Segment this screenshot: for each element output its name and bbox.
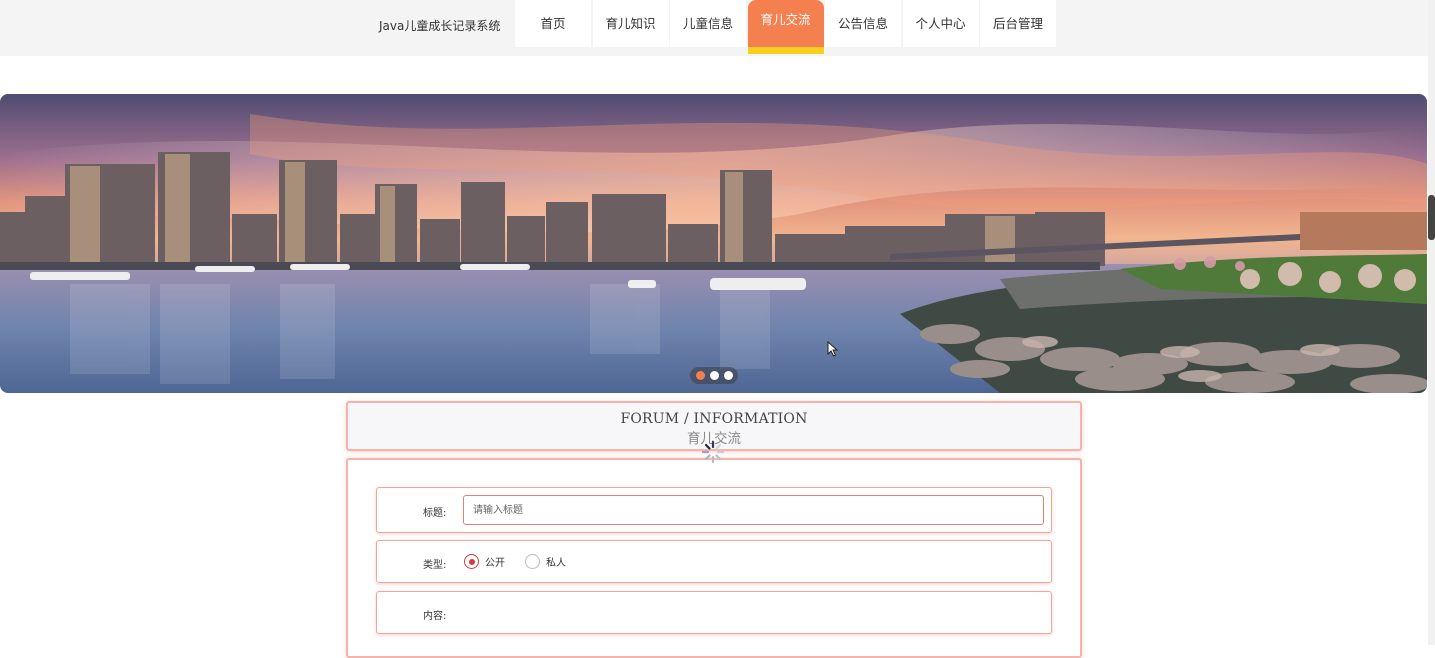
top-navbar: Java儿童成长记录系统 首页 育儿知识 儿童信息 育儿交流 公告信息 个人中心… [0, 0, 1428, 56]
radio-public-label: 公开 [485, 558, 505, 569]
radio-option-private[interactable]: 私人 [525, 554, 566, 569]
nav-item-admin[interactable]: 后台管理 [980, 0, 1056, 47]
nav-item-personal-center[interactable]: 个人中心 [902, 0, 979, 47]
nav-item-announcements[interactable]: 公告信息 [825, 0, 901, 47]
content-label: 内容: [423, 611, 447, 622]
radio-public[interactable] [464, 554, 479, 569]
title-input[interactable] [463, 495, 1044, 525]
banner-carousel[interactable] [0, 94, 1427, 393]
form-row-content: 内容: [376, 591, 1052, 634]
form-row-title: 标题: [376, 487, 1052, 533]
nav-item-parenting-knowledge[interactable]: 育儿知识 [592, 0, 669, 47]
form-row-type: 类型: 公开 私人 [376, 540, 1052, 583]
radio-option-public[interactable]: 公开 [464, 554, 505, 569]
scrollbar-thumb[interactable] [1428, 195, 1435, 240]
type-label: 类型: [423, 560, 447, 571]
banner-image [0, 94, 1427, 393]
carousel-dot-3[interactable] [723, 371, 733, 380]
radio-private[interactable] [525, 554, 540, 569]
nav-item-parenting-forum[interactable]: 育儿交流 [747, 0, 824, 54]
nav-item-home[interactable]: 首页 [515, 0, 591, 47]
main-nav: 首页 育儿知识 儿童信息 育儿交流 公告信息 个人中心 后台管理 [515, 0, 1058, 54]
carousel-dot-2[interactable] [709, 371, 719, 380]
section-title-en: FORUM / INFORMATION [620, 411, 808, 427]
title-label: 标题: [423, 508, 447, 519]
carousel-indicators [690, 367, 738, 384]
spinner-icon [702, 441, 724, 463]
radio-private-label: 私人 [546, 558, 566, 569]
mouse-pointer-icon [827, 341, 838, 357]
nav-item-child-info[interactable]: 儿童信息 [670, 0, 746, 47]
site-title: Java儿童成长记录系统 [379, 19, 501, 33]
carousel-dot-1[interactable] [695, 371, 705, 380]
page-scrollbar[interactable] [1428, 0, 1435, 645]
